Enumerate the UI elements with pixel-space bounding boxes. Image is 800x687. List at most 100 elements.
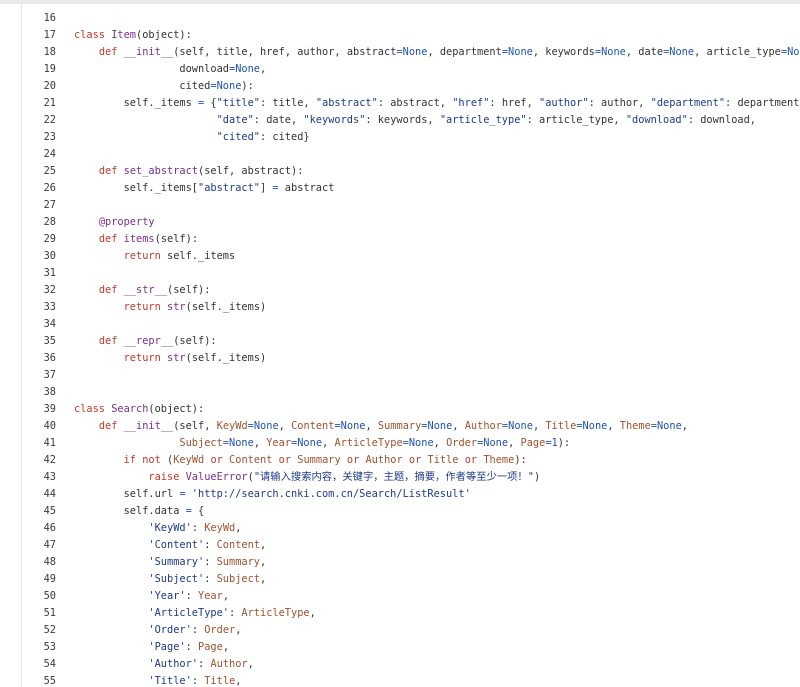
code-line[interactable]: 20 cited=None): <box>0 78 800 95</box>
code-token: class <box>74 403 105 415</box>
code-text: def __str__(self): <box>74 282 800 299</box>
code-text: cited=None): <box>74 78 800 95</box>
code-line[interactable]: 25 def set_abstract(self, abstract): <box>0 163 800 180</box>
code-line[interactable]: 45 self.data = { <box>0 503 800 520</box>
code-line[interactable]: 37 <box>0 367 800 384</box>
line-number: 26 <box>43 182 56 194</box>
code-token: __init__ <box>123 46 174 58</box>
code-line[interactable]: 21 self._items = {"title": title, "abstr… <box>0 95 800 112</box>
code-token: , <box>260 573 267 585</box>
code-line[interactable]: 32 def __str__(self): <box>0 282 800 299</box>
code-text: raise ValueError("请输入搜索内容，关键字，主题，摘要，作者等至… <box>74 469 800 486</box>
code-token: Author <box>365 454 403 466</box>
code-token: None <box>216 80 242 92</box>
code-line[interactable]: 24 <box>0 146 800 163</box>
code-line[interactable]: 41 Subject=None, Year=None, ArticleType=… <box>0 435 800 452</box>
code-token: : href, <box>489 97 540 109</box>
code-token: not <box>142 454 161 466</box>
code-token: cited <box>74 80 211 92</box>
code-view[interactable]: 16 17 class Item(object): 18 def __init__(s… <box>0 10 800 687</box>
code-text: def __init__(self, title, href, author, … <box>74 44 800 61</box>
code-token: Search <box>111 403 149 415</box>
code-token: 'Content' <box>148 539 205 551</box>
code-text: if not (KeyWd or Content or Summary or A… <box>74 452 800 469</box>
code-line[interactable]: 35 def __repr__(self): <box>0 333 800 350</box>
code-token: : title, <box>260 97 316 109</box>
code-line[interactable]: 33 return str(self._items) <box>0 299 800 316</box>
code-token: , <box>681 420 688 432</box>
code-line[interactable]: 31 <box>0 265 800 282</box>
code-line[interactable]: 19 download=None, <box>0 61 800 78</box>
code-line[interactable]: 44 self.url = 'http://search.cnki.com.cn… <box>0 486 800 503</box>
code-line[interactable]: 52 'Order': Order, <box>0 622 800 639</box>
code-text: def set_abstract(self, abstract): <box>74 163 800 180</box>
code-line[interactable]: 30 return self._items <box>0 248 800 265</box>
code-line[interactable]: 48 'Summary': Summary, <box>0 554 800 571</box>
code-line[interactable]: 55 'Title': Title, <box>0 673 800 687</box>
line-number: 30 <box>43 250 56 262</box>
code-token: Content <box>229 454 273 466</box>
code-token: ] <box>260 182 273 194</box>
code-line[interactable]: 26 self._items["abstract"] = abstract <box>0 180 800 197</box>
code-token: "abstract" <box>315 97 378 109</box>
line-number: 40 <box>43 420 56 432</box>
code-line[interactable]: 43 raise ValueError("请输入搜索内容，关键字，主题，摘要，作… <box>0 469 800 486</box>
code-token: ): <box>241 80 254 92</box>
code-token: 'Order' <box>148 624 192 636</box>
code-line[interactable]: 47 'Content': Content, <box>0 537 800 554</box>
code-line[interactable]: 40 def __init__(self, KeyWd=None, Conten… <box>0 418 800 435</box>
code-line[interactable]: 51 'ArticleType': ArticleType, <box>0 605 800 622</box>
line-number: 23 <box>43 131 56 143</box>
code-line[interactable]: 53 'Page': Page, <box>0 639 800 656</box>
code-token: , date <box>625 46 664 58</box>
code-line[interactable]: 28 @property <box>0 214 800 231</box>
code-token: set_abstract <box>123 165 199 177</box>
code-line[interactable]: 34 <box>0 316 800 333</box>
code-line[interactable]: 22 "date": date, "keywords": keywords, "… <box>0 112 800 129</box>
code-token: None <box>253 420 279 432</box>
code-token: Page <box>198 641 223 653</box>
code-text: return str(self._items) <box>74 350 800 367</box>
code-line[interactable]: 46 'KeyWd': KeyWd, <box>0 520 800 537</box>
code-token: , <box>260 63 267 75</box>
code-line[interactable]: 36 return str(self._items) <box>0 350 800 367</box>
code-line[interactable]: 54 'Author': Author, <box>0 656 800 673</box>
code-editor[interactable]: 16 17 class Item(object): 18 def __init__(s… <box>0 0 800 687</box>
code-line[interactable]: 29 def items(self): <box>0 231 800 248</box>
code-text: 'Summary': Summary, <box>74 554 800 571</box>
code-token: , <box>235 675 242 687</box>
code-line[interactable]: 38 <box>0 384 800 401</box>
line-number: 53 <box>43 641 56 653</box>
code-token: ): <box>557 437 571 449</box>
code-line[interactable]: 49 'Subject': Subject, <box>0 571 800 588</box>
code-line[interactable]: 17 class Item(object): <box>0 27 800 44</box>
code-token: , <box>607 420 620 432</box>
code-token: None <box>483 437 509 449</box>
code-line[interactable]: 23 "cited": cited} <box>0 129 800 146</box>
code-token: : <box>198 658 211 670</box>
code-token: , <box>253 437 267 449</box>
code-token: Subject <box>179 437 223 449</box>
code-token: : article_type, <box>526 114 626 126</box>
code-line[interactable]: 27 <box>0 197 800 214</box>
code-token: KeyWd <box>216 420 248 432</box>
line-number: 20 <box>43 80 56 92</box>
code-token: "abstract" <box>198 182 260 194</box>
line-number: 36 <box>43 352 56 364</box>
code-line[interactable]: 39 class Search(object): <box>0 401 800 418</box>
code-token: None <box>787 46 800 58</box>
code-line[interactable]: 18 def __init__(self, title, href, autho… <box>0 44 800 61</box>
code-line[interactable]: 50 'Year': Year, <box>0 588 800 605</box>
code-line[interactable]: 42 if not (KeyWd or Content or Summary o… <box>0 452 800 469</box>
line-number: 48 <box>43 556 56 568</box>
code-token: items <box>123 233 155 245</box>
code-token: , <box>260 556 267 568</box>
code-text: self.data = { <box>74 503 800 520</box>
code-token: 'Summary' <box>148 556 205 568</box>
code-line[interactable]: 16 <box>0 10 800 27</box>
code-token: None <box>508 420 533 432</box>
